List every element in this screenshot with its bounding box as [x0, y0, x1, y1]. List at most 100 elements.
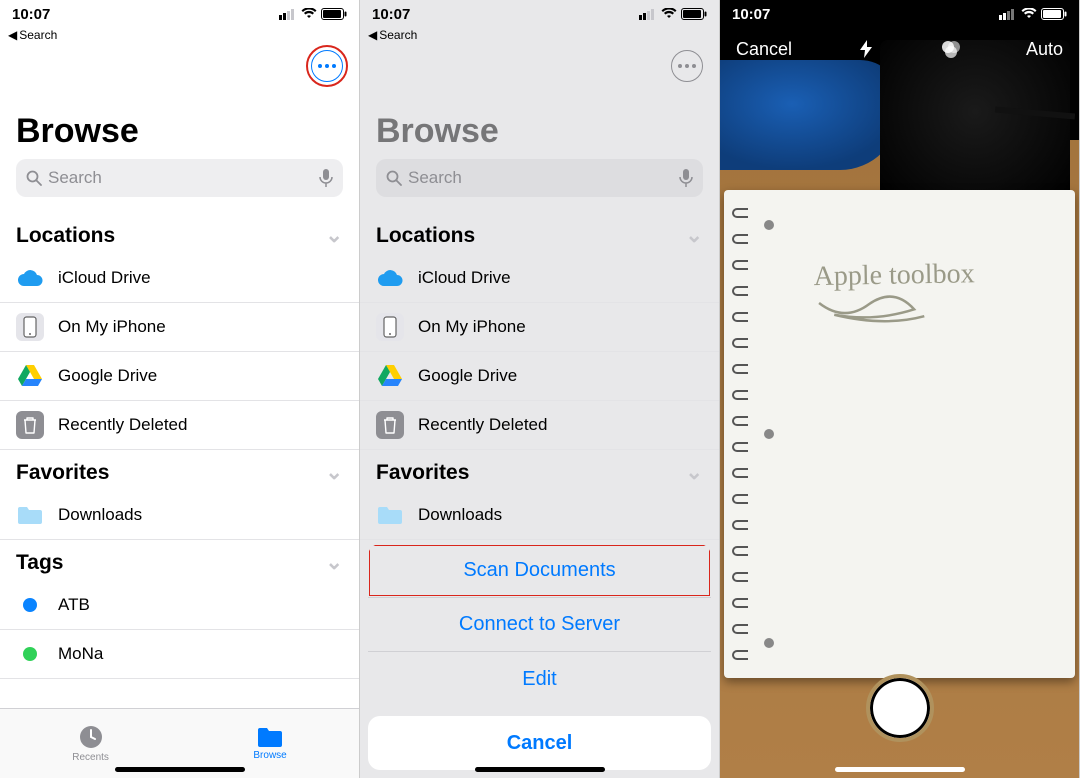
folder-icon: [376, 501, 404, 529]
iphone-icon: [376, 313, 404, 341]
row-label: iCloud Drive: [418, 268, 511, 288]
clock-icon: [78, 724, 104, 750]
location-icloud: iCloud Drive: [360, 254, 719, 303]
search-icon: [26, 170, 42, 186]
search-placeholder: Search: [408, 168, 673, 188]
auto-button[interactable]: Auto: [1026, 39, 1063, 60]
row-label: ATB: [58, 595, 90, 615]
status-indicators: [639, 8, 707, 20]
row-label: Google Drive: [58, 366, 157, 386]
status-indicators: [279, 8, 347, 20]
handwriting-text: Apple toolbox: [813, 258, 1055, 341]
status-bar: 10:07: [0, 0, 359, 28]
chevron-down-icon: ⌄: [685, 223, 703, 248]
folder-icon: [257, 726, 283, 748]
location-google-drive[interactable]: Google Drive: [0, 352, 359, 401]
home-indicator[interactable]: [835, 767, 965, 772]
row-label: Recently Deleted: [418, 415, 547, 435]
sheet-scan-documents[interactable]: Scan Documents: [368, 544, 711, 598]
back-nav: ◀ Search: [360, 28, 719, 48]
location-google-drive: Google Drive: [360, 352, 719, 401]
action-sheet: Scan Documents Connect to Server Edit Ca…: [360, 536, 719, 778]
favorite-downloads: Downloads: [360, 491, 719, 540]
row-label: On My iPhone: [58, 317, 166, 337]
page-title: Browse: [360, 90, 719, 159]
cloud-icon: [376, 264, 404, 292]
row-label: Google Drive: [418, 366, 517, 386]
more-button[interactable]: [311, 50, 343, 82]
screen-browse-action-sheet: 10:07 ◀ Search Browse Search Locations ⌄…: [360, 0, 720, 778]
section-header-locations[interactable]: Locations ⌄: [0, 213, 359, 254]
back-chevron-icon: ◀: [8, 28, 17, 42]
screen-scan-camera: Apple toolbox 10:07 Cancel Auto: [720, 0, 1080, 778]
tag-mona[interactable]: MoNa: [0, 630, 359, 679]
favorite-downloads[interactable]: Downloads: [0, 491, 359, 540]
row-label: Downloads: [418, 505, 502, 525]
tag-dot-icon: [23, 647, 37, 661]
section-header-favorites: Favorites ⌄: [360, 450, 719, 491]
tag-atb[interactable]: ATB: [0, 581, 359, 630]
sheet-edit[interactable]: Edit: [368, 652, 711, 706]
row-label: On My iPhone: [418, 317, 526, 337]
shutter-button[interactable]: [866, 674, 934, 742]
mic-icon[interactable]: [319, 169, 333, 187]
chevron-down-icon: ⌄: [325, 550, 343, 575]
row-label: Downloads: [58, 505, 142, 525]
status-bar: 10:07: [360, 0, 719, 28]
section-header-locations: Locations ⌄: [360, 213, 719, 254]
tab-browse[interactable]: Browse: [253, 726, 286, 761]
trash-icon: [16, 411, 44, 439]
photo-lenscap: [880, 40, 1070, 200]
search-input: Search: [376, 159, 703, 197]
search-placeholder: Search: [48, 168, 313, 188]
status-time: 10:07: [372, 6, 410, 23]
chevron-down-icon: ⌄: [325, 223, 343, 248]
back-label: Search: [19, 28, 57, 42]
row-label: MoNa: [58, 644, 103, 664]
section-header-favorites[interactable]: Favorites ⌄: [0, 450, 359, 491]
chevron-down-icon: ⌄: [325, 460, 343, 485]
punch-holes: [764, 220, 774, 648]
home-indicator[interactable]: [475, 767, 605, 772]
trash-icon: [376, 411, 404, 439]
location-recently-deleted[interactable]: Recently Deleted: [0, 401, 359, 450]
photo-notebook: Apple toolbox: [724, 190, 1075, 678]
home-indicator[interactable]: [115, 767, 245, 772]
back-nav[interactable]: ◀ Search: [0, 28, 359, 48]
sheet-cancel-button[interactable]: Cancel: [368, 716, 711, 770]
scribble-icon: [814, 291, 935, 333]
mic-icon: [679, 169, 693, 187]
sheet-connect-to-server[interactable]: Connect to Server: [368, 598, 711, 652]
flash-icon[interactable]: [856, 39, 876, 59]
screen-browse: 10:07 ◀ Search Browse Search Locations ⌄…: [0, 0, 360, 778]
folder-icon: [16, 501, 44, 529]
search-icon: [386, 170, 402, 186]
photo-cloth: [720, 60, 900, 170]
more-button: [671, 50, 703, 82]
status-time: 10:07: [12, 6, 50, 23]
row-label: Recently Deleted: [58, 415, 187, 435]
location-on-my-iphone: On My iPhone: [360, 303, 719, 352]
annotation-circle: [306, 45, 348, 87]
section-header-tags[interactable]: Tags ⌄: [0, 540, 359, 581]
cloud-icon: [16, 264, 44, 292]
tag-dot-icon: [23, 598, 37, 612]
chevron-down-icon: ⌄: [685, 460, 703, 485]
camera-top-bar: Cancel Auto: [720, 38, 1079, 60]
search-input[interactable]: Search: [16, 159, 343, 197]
cancel-button[interactable]: Cancel: [736, 39, 792, 60]
back-label: Search: [379, 28, 417, 42]
filters-icon[interactable]: [940, 38, 962, 60]
page-title: Browse: [0, 90, 359, 159]
back-chevron-icon: ◀: [368, 28, 377, 42]
location-icloud[interactable]: iCloud Drive: [0, 254, 359, 303]
row-label: iCloud Drive: [58, 268, 151, 288]
google-drive-icon: [376, 362, 404, 390]
action-sheet-group: Scan Documents Connect to Server Edit: [368, 544, 711, 706]
iphone-icon: [16, 313, 44, 341]
camera-viewfinder: Apple toolbox: [720, 0, 1079, 778]
google-drive-icon: [16, 362, 44, 390]
location-on-my-iphone[interactable]: On My iPhone: [0, 303, 359, 352]
tab-recents[interactable]: Recents: [72, 724, 109, 763]
location-recently-deleted: Recently Deleted: [360, 401, 719, 450]
